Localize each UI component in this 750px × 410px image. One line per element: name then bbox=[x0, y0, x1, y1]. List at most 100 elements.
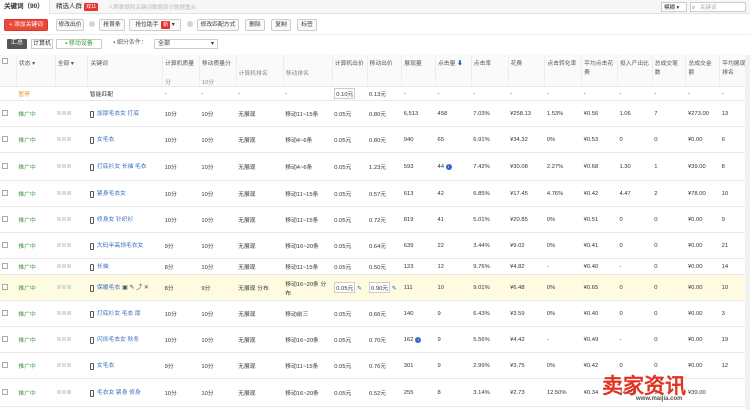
row-checkbox[interactable] bbox=[2, 216, 8, 223]
row-status[interactable]: 推广中 bbox=[16, 378, 56, 407]
row-status[interactable]: 暂停 bbox=[16, 86, 56, 101]
col-clicks[interactable]: 点击量 ⬇ bbox=[435, 55, 472, 87]
row-pc-bid[interactable]: 0.05元 ✎ bbox=[332, 274, 368, 301]
rob-rank-button[interactable]: 抢首条 bbox=[99, 19, 125, 31]
row-mobile-bid[interactable]: 0.90元 ✎ bbox=[367, 274, 402, 301]
col-roi[interactable]: 投入产出比 bbox=[617, 55, 653, 87]
row-checkbox[interactable] bbox=[2, 136, 8, 143]
row-mobile-bid[interactable]: 0.52元 bbox=[367, 378, 402, 407]
keyword-search-input[interactable]: ⌕ 关键词 bbox=[690, 2, 746, 12]
delete-button[interactable]: 删除 bbox=[245, 19, 265, 31]
row-mobile-bid[interactable]: 0.66元 bbox=[367, 300, 402, 327]
rank-helper-button[interactable]: 抢位助手 新 ▾ bbox=[129, 19, 181, 31]
row-keyword[interactable]: 女毛衣 bbox=[97, 362, 114, 370]
row-status[interactable]: 推广中 bbox=[16, 232, 56, 259]
add-keyword-button[interactable]: + 添加关键词 bbox=[4, 19, 48, 31]
edit-pen-icon[interactable]: ✎ bbox=[357, 286, 362, 292]
row-status[interactable]: 推广中 bbox=[16, 180, 56, 207]
col-total-fav[interactable]: 总成交笔数 bbox=[652, 55, 687, 87]
col-pc-bid[interactable]: 计算机出价 bbox=[332, 55, 368, 87]
row-status[interactable]: 推广中 bbox=[16, 300, 56, 327]
row-checkbox[interactable] bbox=[2, 389, 8, 396]
row-mobile-bid[interactable]: 0.80元 bbox=[367, 100, 402, 127]
tab-crowd[interactable]: 精选人群 双11 bbox=[52, 0, 106, 14]
edit-pen-icon[interactable]: ✎ bbox=[392, 286, 397, 292]
row-keyword[interactable]: 毛衣女 紧身 修身 bbox=[97, 389, 141, 397]
filter-mobile[interactable]: ▪ 移动设备 bbox=[56, 39, 102, 49]
row-mobile-bid[interactable]: 0.72元 bbox=[367, 206, 402, 233]
row-keyword[interactable]: 保暖毛衣 bbox=[97, 284, 120, 292]
match-mode-select[interactable]: 模糊 ▾ bbox=[661, 2, 687, 12]
filter-summary[interactable]: 汇总 bbox=[7, 39, 27, 49]
row-keyword[interactable]: 修身女 针织衫 bbox=[97, 216, 133, 224]
row-keyword[interactable]: 女毛衣 bbox=[97, 136, 114, 144]
info-icon[interactable]: i bbox=[415, 336, 422, 343]
row-pc-bid[interactable]: 0.05元 bbox=[332, 352, 368, 379]
col-all[interactable]: 全部 ▾ bbox=[55, 55, 89, 87]
edit-match-button[interactable]: 修改匹配方式 bbox=[197, 19, 239, 31]
row-status[interactable]: 推广中 bbox=[16, 274, 56, 301]
row-status[interactable]: 推广中 bbox=[16, 206, 56, 233]
row-checkbox[interactable] bbox=[2, 263, 8, 270]
row-pc-bid[interactable]: 0.05元 bbox=[332, 100, 368, 127]
row-status[interactable]: 推广中 bbox=[16, 100, 56, 127]
col-mobile-bid[interactable]: 移动出价 bbox=[367, 55, 403, 87]
filter-pc[interactable]: 计算机 bbox=[31, 39, 53, 49]
row-status[interactable]: 推广中 bbox=[16, 258, 56, 275]
row-checkbox[interactable] bbox=[2, 163, 8, 170]
row-mobile-bid[interactable]: 0.57元 bbox=[367, 180, 402, 207]
row-checkbox[interactable] bbox=[2, 284, 8, 291]
row-checkbox[interactable] bbox=[2, 336, 8, 343]
row-checkbox[interactable] bbox=[2, 242, 8, 249]
row-pc-bid[interactable]: 0.05元 bbox=[332, 180, 368, 207]
row-status[interactable]: 推广中 bbox=[16, 126, 56, 153]
row-pc-bid[interactable]: 0.05元 bbox=[332, 258, 368, 275]
row-checkbox[interactable] bbox=[2, 362, 8, 369]
row-status[interactable]: 推广中 bbox=[16, 152, 56, 181]
row-pc-bid[interactable]: 0.05元 bbox=[332, 152, 368, 181]
row-mobile-bid[interactable]: 0.70元 bbox=[367, 326, 402, 353]
scrollbar[interactable] bbox=[745, 55, 750, 410]
info-icon[interactable]: i bbox=[445, 163, 452, 170]
row-keyword[interactable]: 闪烁毛衣女 秋冬 bbox=[97, 336, 139, 344]
col-total-amt[interactable]: 总成交金额 bbox=[685, 55, 721, 87]
copy-button[interactable]: 复制 bbox=[271, 19, 291, 31]
tag-button[interactable]: 标签 bbox=[297, 19, 317, 31]
col-avg-cpc[interactable]: 平均点击花费 bbox=[581, 55, 618, 87]
row-mobile-bid[interactable]: 1.23元 bbox=[367, 152, 402, 181]
col-impressions[interactable]: 展现量 bbox=[401, 55, 436, 87]
row-pc-bid[interactable]: 0.05元 bbox=[332, 326, 368, 353]
row-total-amt: ¥0.00 bbox=[685, 232, 720, 259]
row-checkbox[interactable] bbox=[2, 310, 8, 317]
row-status[interactable]: 推广中 bbox=[16, 352, 56, 379]
col-conv[interactable]: 点击转化率 bbox=[544, 55, 583, 87]
row-keyword[interactable]: 加厚毛衣女 打底 bbox=[97, 110, 139, 118]
row-checkbox[interactable] bbox=[2, 110, 8, 117]
row-mobile-bid[interactable]: 0.13元 bbox=[367, 86, 402, 101]
row-keyword[interactable]: 打底衫女 毛衣 厚 bbox=[97, 310, 141, 318]
row-keyword[interactable]: 紧身毛衣女 bbox=[97, 190, 126, 198]
row-keyword[interactable]: 打底衫女 长袖 毛衣 bbox=[97, 163, 147, 171]
row-mobile-bid[interactable]: 0.80元 bbox=[367, 126, 402, 153]
tab-keywords[interactable]: 关键词（90） bbox=[0, 0, 50, 14]
row-pc-bid[interactable]: 0.05元 bbox=[332, 378, 368, 407]
col-cost[interactable]: 花费 bbox=[508, 55, 546, 87]
row-pc-bid[interactable]: 0.05元 bbox=[332, 232, 368, 259]
row-action-icons[interactable]: ▣ ✎ ⤴ ✕ bbox=[122, 284, 149, 292]
row-pc-bid[interactable]: 0.05元 bbox=[332, 300, 368, 327]
row-mobile-bid[interactable]: 0.76元 bbox=[367, 352, 402, 379]
row-pc-bid[interactable]: 0.10元 bbox=[332, 86, 368, 101]
row-status[interactable]: 推广中 bbox=[16, 326, 56, 353]
col-ctr[interactable]: 点击率 bbox=[471, 55, 509, 87]
row-keyword[interactable]: 长袖 bbox=[97, 263, 109, 271]
row-pc-bid[interactable]: 0.05元 bbox=[332, 206, 368, 233]
segment-select[interactable]: 全部 ▾ bbox=[154, 39, 218, 49]
col-status[interactable]: 状态 ▾ bbox=[16, 55, 56, 87]
row-mobile-bid[interactable]: 0.50元 bbox=[367, 258, 402, 275]
select-all-checkbox[interactable] bbox=[2, 58, 8, 64]
row-keyword[interactable]: 大码半高领毛衣女 bbox=[97, 242, 143, 250]
row-mobile-bid[interactable]: 0.64元 bbox=[367, 232, 402, 259]
row-pc-bid[interactable]: 0.05元 bbox=[332, 126, 368, 153]
row-checkbox[interactable] bbox=[2, 190, 8, 197]
edit-bid-button[interactable]: 修改出价 bbox=[56, 19, 84, 31]
